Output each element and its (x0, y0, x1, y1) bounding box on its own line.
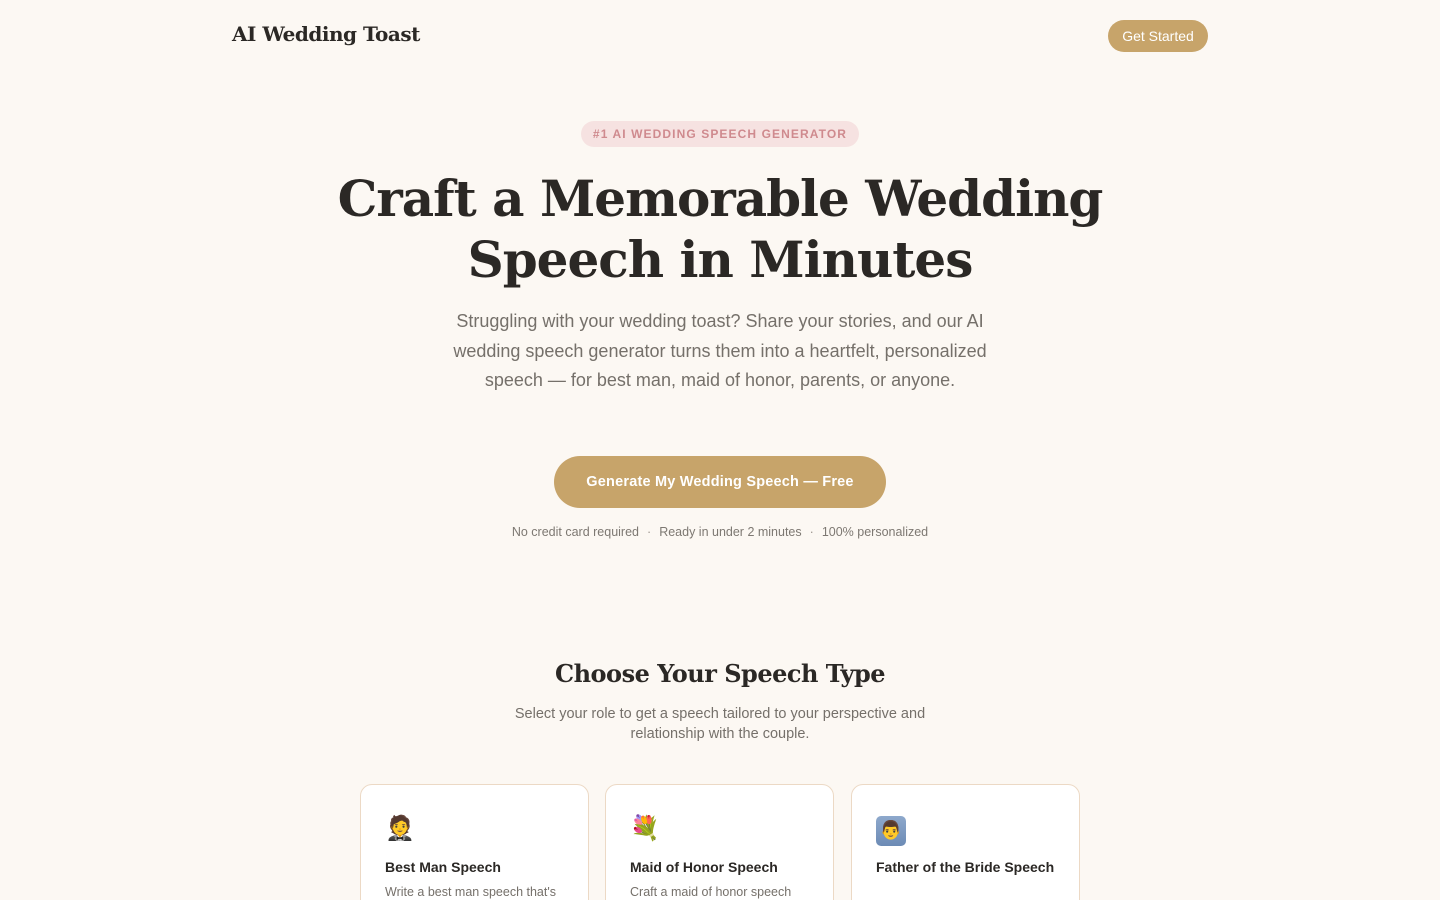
site-logo[interactable]: AI Wedding Toast (232, 22, 420, 46)
hero-badge: #1 AI WEDDING SPEECH GENERATOR (581, 121, 859, 147)
section-subtitle: Select your role to get a speech tailore… (514, 706, 926, 742)
generate-speech-button[interactable]: Generate My Wedding Speech — Free (554, 456, 886, 508)
father-icon: 👨 (876, 813, 906, 846)
get-started-button[interactable]: Get Started (1108, 20, 1208, 52)
feature-item: No credit card required (511, 525, 640, 539)
groom-icon: 🤵 (385, 814, 415, 842)
father-of-bride-card[interactable]: 👨 Father of the Bride Speech (851, 784, 1080, 900)
card-title: Maid of Honor Speech (630, 859, 778, 875)
card-description: Craft a maid of honor speech (630, 885, 792, 899)
hero-title-line-1: Craft a Memorable Wedding (337, 169, 1104, 228)
best-man-card[interactable]: 🤵 Best Man Speech Write a best man speec… (360, 784, 589, 900)
card-title: Best Man Speech (385, 859, 501, 875)
hero-features: No credit card required · Ready in under… (420, 522, 1020, 542)
feature-item: 100% personalized (821, 525, 929, 539)
hero-title: Craft a Memorable Wedding Speech in Minu… (300, 168, 1140, 290)
card-description: Write a best man speech that's (385, 885, 556, 899)
feature-item: Ready in under 2 minutes (659, 525, 802, 539)
hero-title-line-2: Speech in Minutes (467, 230, 974, 289)
feature-separator: · (809, 525, 814, 539)
maid-of-honor-card[interactable]: 💐 Maid of Honor Speech Craft a maid of h… (605, 784, 834, 900)
hero-subtitle: Struggling with your wedding toast? Shar… (453, 311, 987, 390)
feature-separator: · (647, 525, 652, 539)
card-title: Father of the Bride Speech (876, 859, 1055, 875)
section-title: Choose Your Speech Type (555, 659, 886, 688)
top-nav: AI Wedding Toast Get Started (0, 0, 1440, 72)
bouquet-icon: 💐 (630, 814, 660, 842)
father-icon-glyph: 👨 (876, 816, 906, 846)
